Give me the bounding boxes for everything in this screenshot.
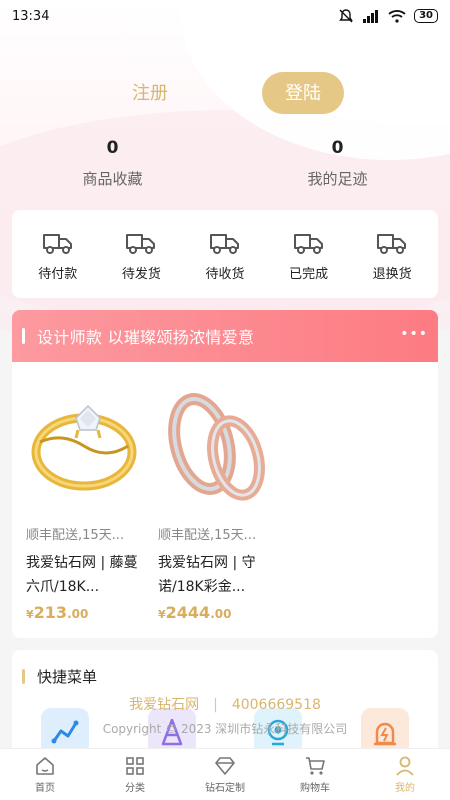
- bell-muted-icon: [339, 9, 353, 23]
- tab-label: 我的: [395, 783, 415, 794]
- stat-footprints[interactable]: 0 我的足迹: [225, 138, 450, 189]
- order-pending-receipt[interactable]: 待收货: [190, 227, 260, 282]
- order-label: 已完成: [289, 266, 329, 282]
- footer-info: 我爱钻石网 | 4006669518 Copyright © 2023 深圳市钻永科…: [0, 694, 450, 737]
- couple-rings-image: [168, 393, 265, 501]
- category-icon: [126, 757, 144, 775]
- designer-section: 设计师款 以璀璨颂扬浓情爱意 ••• 顺丰配送,15天... 我爱钻石网 | 藤…: [12, 310, 438, 638]
- truck-icon: [377, 233, 407, 254]
- order-pending-shipment[interactable]: 待发货: [106, 227, 176, 282]
- section-marker: [22, 669, 25, 684]
- user-stats: 0 商品收藏 0 我的足迹: [0, 138, 450, 189]
- home-icon: [36, 757, 54, 775]
- product-price: ¥213.00: [26, 603, 144, 622]
- status-bar: 13:34 30: [0, 0, 450, 32]
- product-list: 顺丰配送,15天... 我爱钻石网 | 藤蔓六爪/18K... ¥213.00 …: [12, 362, 438, 622]
- order-label: 退换货: [372, 266, 412, 282]
- truck-icon: [209, 233, 239, 254]
- bottom-tab-bar: 首页 分类 钻石定制 购物车 我的: [0, 748, 450, 800]
- quick-menu-title: 快捷菜单: [37, 668, 98, 686]
- order-pending-payment[interactable]: 待付款: [23, 227, 93, 282]
- product-name: 我爱钻石网 | 藤蔓六爪/18K...: [26, 555, 138, 595]
- footer-brand: 我爱钻石网: [129, 697, 200, 713]
- tab-label: 钻石定制: [205, 783, 245, 794]
- tab-label: 购物车: [300, 783, 330, 794]
- product-card[interactable]: 顺丰配送,15天... 我爱钻石网 | 藤蔓六爪/18K... ¥213.00: [26, 376, 144, 622]
- tab-diamond-custom[interactable]: 钻石定制: [180, 749, 270, 800]
- section-marker: [22, 328, 25, 344]
- price-integer: 213: [33, 603, 68, 622]
- stat-label: 我的足迹: [307, 170, 368, 188]
- price-decimal: .00: [210, 607, 232, 621]
- signal-icon: [363, 10, 379, 23]
- tab-mine[interactable]: 我的: [360, 749, 450, 800]
- tab-label: 分类: [125, 783, 145, 794]
- order-completed[interactable]: 已完成: [274, 227, 344, 282]
- order-label: 待发货: [121, 266, 161, 282]
- quick-menu-header: 快捷菜单: [12, 650, 438, 687]
- diamond-icon: [215, 757, 235, 775]
- gold-ring-image: [31, 404, 137, 491]
- product-card[interactable]: 顺丰配送,15天... 我爱钻石网 | 守诺/18K彩金... ¥2444.00: [158, 376, 276, 622]
- footer-copyright: Copyright © 2023 深圳市钻永科技有限公司: [102, 722, 348, 736]
- register-button[interactable]: 注册: [110, 72, 190, 114]
- shipping-info: 顺丰配送,15天...: [26, 528, 125, 543]
- wifi-icon: [388, 10, 406, 23]
- battery-icon: 30: [414, 9, 438, 23]
- tab-home[interactable]: 首页: [0, 749, 90, 800]
- login-button[interactable]: 登陆: [262, 72, 344, 114]
- auth-row: 注册 登陆: [0, 72, 450, 114]
- price-symbol: ¥: [26, 608, 34, 621]
- product-image: [26, 376, 144, 510]
- status-time: 13:34: [12, 8, 50, 24]
- stat-label: 商品收藏: [82, 170, 143, 188]
- status-icons: 30: [338, 8, 438, 24]
- stat-count: 0: [331, 138, 344, 158]
- stat-count: 0: [106, 138, 119, 158]
- truck-icon: [126, 233, 156, 254]
- order-returns[interactable]: 退换货: [357, 227, 427, 282]
- more-icon[interactable]: •••: [400, 326, 428, 342]
- tab-label: 首页: [35, 783, 55, 794]
- designer-banner: 设计师款 以璀璨颂扬浓情爱意 •••: [12, 310, 438, 362]
- footer-phone[interactable]: 4006669518: [232, 697, 321, 713]
- price-decimal: .00: [67, 607, 89, 621]
- product-image: [158, 376, 276, 510]
- footer-brand-line: 我爱钻石网 | 4006669518: [0, 694, 450, 714]
- shipping-info: 顺丰配送,15天...: [158, 528, 257, 543]
- cart-icon: [306, 757, 325, 775]
- tab-category[interactable]: 分类: [90, 749, 180, 800]
- user-icon: [396, 756, 414, 776]
- designer-title: 设计师款 以璀璨颂扬浓情爱意: [37, 328, 255, 347]
- price-symbol: ¥: [158, 608, 166, 621]
- order-label: 待收货: [205, 266, 245, 282]
- footer-separator: |: [213, 697, 218, 713]
- tab-cart[interactable]: 购物车: [270, 749, 360, 800]
- product-name: 我爱钻石网 | 守诺/18K彩金...: [158, 555, 256, 595]
- stat-favorites[interactable]: 0 商品收藏: [0, 138, 225, 189]
- product-price: ¥2444.00: [158, 603, 276, 622]
- truck-icon: [293, 233, 323, 254]
- price-integer: 2444: [165, 603, 211, 622]
- order-label: 待付款: [38, 266, 78, 282]
- truck-icon: [42, 233, 72, 254]
- order-status-panel: 待付款 待发货 待收货 已完成 退换货: [12, 210, 438, 298]
